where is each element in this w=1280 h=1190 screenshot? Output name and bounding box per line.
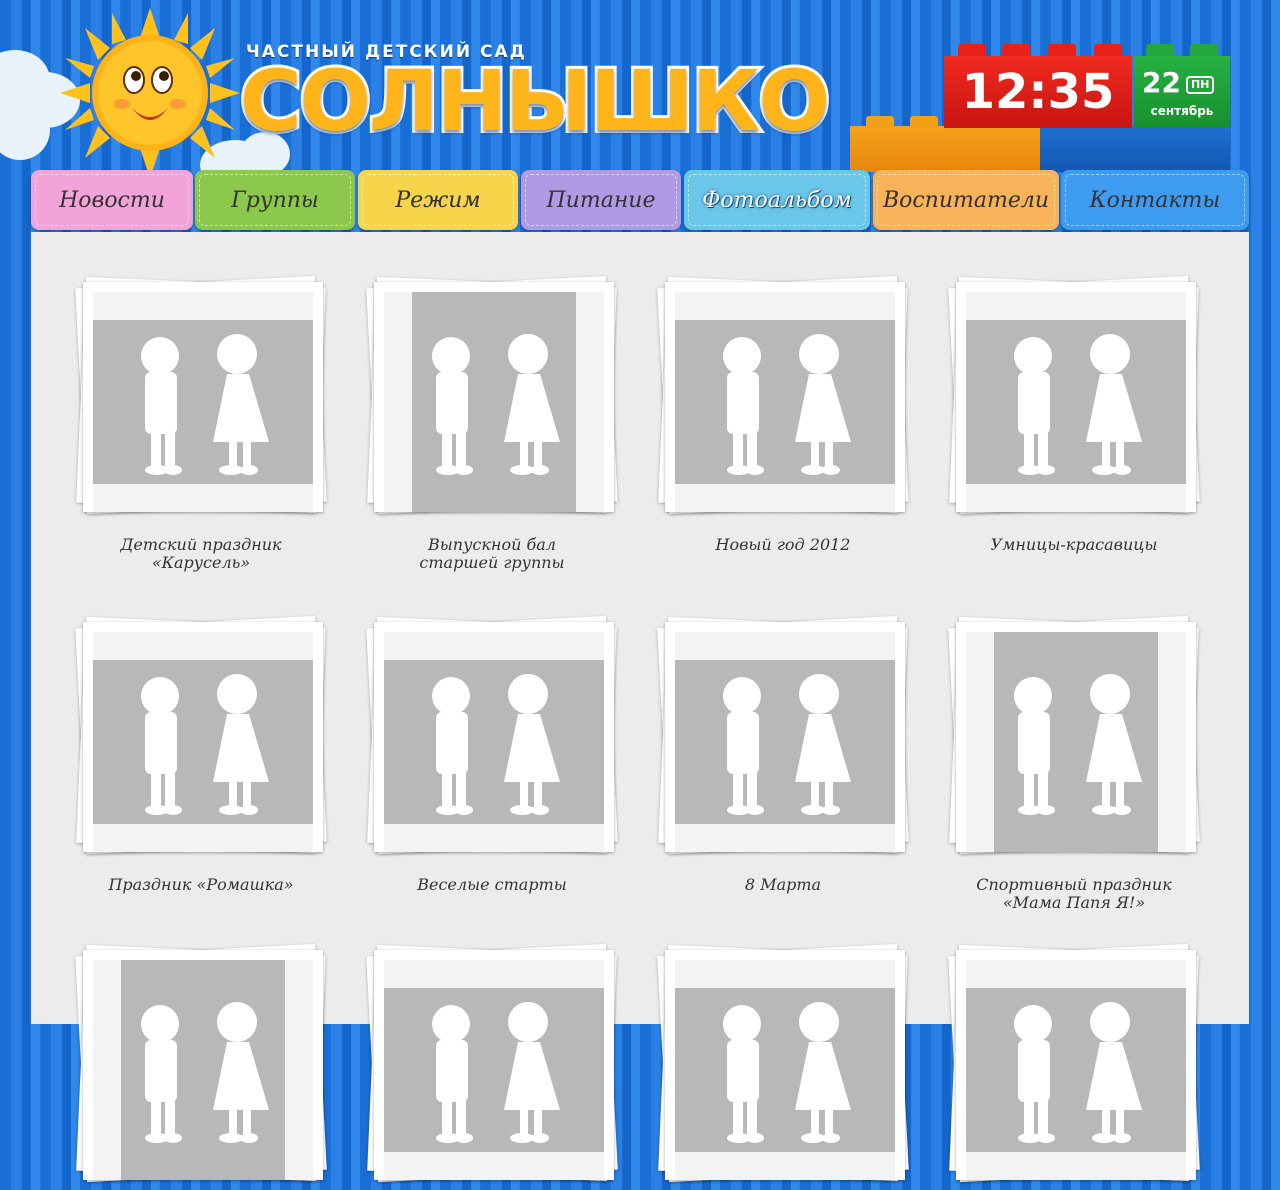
children-silhouette-icon (1014, 674, 1142, 815)
lego-stud (1190, 44, 1218, 56)
photo-frame[interactable] (956, 950, 1196, 1180)
photo-frame[interactable] (374, 622, 614, 852)
album-thumbnail[interactable] (384, 960, 604, 1180)
photo-frame[interactable] (665, 282, 905, 512)
children-silhouette-icon (432, 334, 560, 475)
album-title-line1: Детский праздник (120, 535, 282, 554)
album-thumbnail[interactable] (93, 292, 313, 512)
album-title[interactable]: 8 Марта (653, 876, 913, 894)
lego-stud (1002, 44, 1030, 56)
tab-photoalbum[interactable]: Фотоальбом (684, 170, 870, 230)
children-silhouette-icon (432, 1002, 560, 1143)
album-title-line2: «Мама Папя Я!» (1002, 893, 1146, 912)
children-silhouette-icon (723, 334, 851, 475)
lego-stud (866, 116, 894, 128)
album-thumbnail[interactable] (384, 632, 604, 852)
photo-stack (944, 940, 1204, 1190)
album-thumbnail[interactable] (384, 292, 604, 512)
lego-stud (958, 44, 986, 56)
album-thumbnail[interactable] (675, 632, 895, 852)
lego-stud (1146, 44, 1174, 56)
tab-schedule[interactable]: Режим (358, 170, 518, 230)
clock-month: сентябрь (1150, 104, 1214, 118)
album-title-line1: 8 Марта (744, 875, 822, 894)
main-nav: Новости Группы Режим Питание Фотоальбом … (31, 170, 1249, 232)
tab-contacts[interactable]: Контакты (1061, 170, 1249, 230)
photo-stack (653, 272, 913, 522)
clock-time: 12:35 (944, 56, 1132, 128)
photo-frame[interactable] (83, 622, 323, 852)
album-thumbnail[interactable] (966, 632, 1186, 852)
album-thumbnail[interactable] (675, 960, 895, 1180)
photo-stack (362, 612, 622, 862)
lego-brick-orange (850, 126, 1040, 172)
album-title-line1: Праздник «Ромашка» (108, 875, 294, 894)
album-thumbnail[interactable] (93, 632, 313, 852)
album-title-line1: Веселые старты (417, 875, 567, 894)
children-silhouette-icon (1014, 1002, 1142, 1143)
photo-stack (71, 612, 331, 862)
photo-frame[interactable] (83, 950, 323, 1180)
sun-logo-icon (60, 8, 240, 178)
clock-date: 22 ПН сентябрь (1134, 56, 1230, 128)
photo-stack (362, 272, 622, 522)
lego-stud (1048, 44, 1076, 56)
children-silhouette-icon (141, 334, 269, 475)
album-title[interactable]: Праздник «Ромашка» (71, 876, 331, 894)
tab-groups[interactable]: Группы (195, 170, 355, 230)
lego-brick-blue (1040, 126, 1230, 172)
album-thumbnail[interactable] (966, 960, 1186, 1180)
photo-frame[interactable] (665, 622, 905, 852)
site-title[interactable]: СОЛНЫШКО (237, 53, 833, 149)
album-title[interactable]: Веселые старты (362, 876, 622, 894)
photo-frame[interactable] (83, 282, 323, 512)
album-title[interactable]: Детский праздник «Карусель» (71, 536, 331, 572)
children-silhouette-icon (432, 674, 560, 815)
album-thumbnail[interactable] (966, 292, 1186, 512)
album-grid: Детский праздник «Карусель» Выпускной бал с… (31, 232, 1249, 1183)
album-title-line1: Спортивный праздник (976, 875, 1172, 894)
album-thumbnail[interactable] (675, 292, 895, 512)
album-title-line2: старшей группы (419, 553, 565, 572)
children-silhouette-icon (723, 674, 851, 815)
tab-teachers[interactable]: Воспитатели (873, 170, 1059, 230)
lego-stud (910, 116, 938, 128)
photo-stack (71, 940, 331, 1190)
album-title-line2: «Карусель» (151, 553, 251, 572)
clock-weekday: ПН (1186, 76, 1215, 94)
children-silhouette-icon (141, 674, 269, 815)
photo-frame[interactable] (374, 950, 614, 1180)
photo-stack (944, 612, 1204, 862)
photo-stack (362, 940, 622, 1190)
children-silhouette-icon (1014, 334, 1142, 475)
album-title-line1: Новый год 2012 (715, 535, 851, 554)
album-thumbnail[interactable] (93, 960, 313, 1180)
album-title[interactable]: Спортивный праздник «Мама Папя Я!» (944, 876, 1204, 912)
children-silhouette-icon (141, 1002, 269, 1143)
photo-frame[interactable] (956, 622, 1196, 852)
album-title[interactable]: Новый год 2012 (653, 536, 913, 554)
tab-news[interactable]: Новости (31, 170, 193, 230)
photo-stack (944, 272, 1204, 522)
children-silhouette-icon (723, 1002, 851, 1143)
clock-day: 22 (1142, 66, 1181, 99)
photo-stack (653, 940, 913, 1190)
tab-food[interactable]: Питание (521, 170, 681, 230)
photo-frame[interactable] (374, 282, 614, 512)
photo-frame[interactable] (956, 282, 1196, 512)
album-title[interactable]: Умницы-красавицы (944, 536, 1204, 554)
photo-stack (653, 612, 913, 862)
lego-stud (1094, 44, 1122, 56)
album-title-line1: Умницы-красавицы (990, 535, 1158, 554)
photo-stack (71, 272, 331, 522)
album-title-line1: Выпускной бал (428, 535, 556, 554)
album-title[interactable]: Выпускной бал старшей группы (362, 536, 622, 572)
photo-frame[interactable] (665, 950, 905, 1180)
